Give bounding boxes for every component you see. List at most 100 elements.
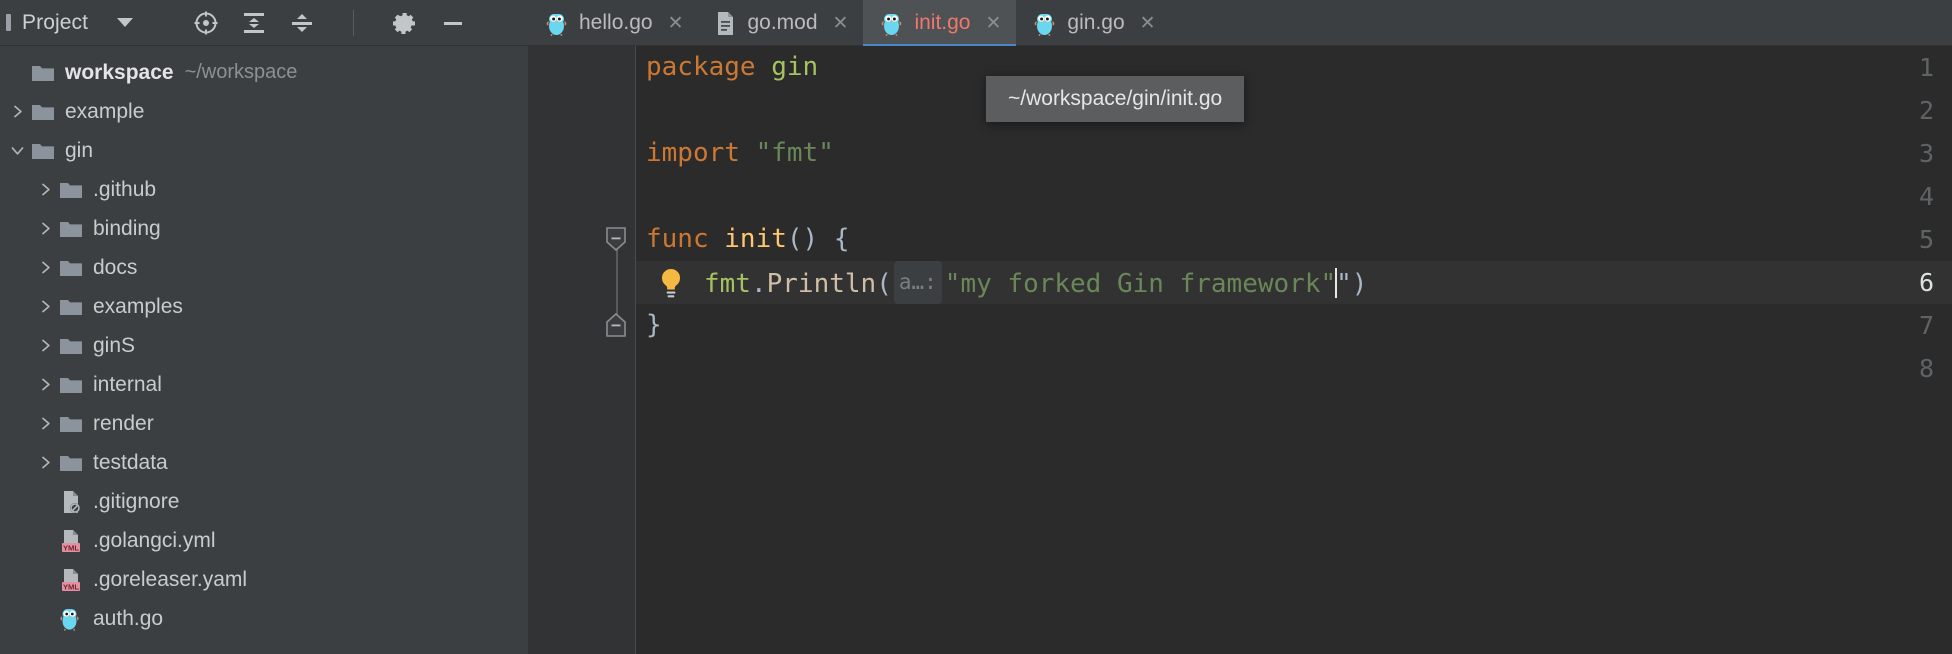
tree-row-internal[interactable]: internal	[0, 365, 528, 404]
open-brace: {	[833, 224, 850, 254]
chevron-right-icon[interactable]	[32, 181, 58, 198]
tree-label: internal	[93, 372, 162, 396]
collapse-all-icon[interactable]	[289, 10, 315, 36]
svg-text:YML: YML	[63, 543, 79, 552]
svg-text:YML: YML	[63, 582, 79, 591]
code-line-7[interactable]: }	[636, 304, 1952, 347]
tab-label: init.go	[914, 11, 971, 34]
close-icon[interactable]: ✕	[668, 14, 684, 33]
keyword-package: package	[646, 52, 756, 82]
chevron-right-icon[interactable]	[32, 415, 58, 432]
tab-label: hello.go	[579, 11, 653, 34]
project-toolbar: Project	[0, 0, 528, 46]
gear-icon[interactable]	[392, 10, 418, 36]
chevron-right-icon[interactable]	[32, 337, 58, 354]
tree-label: testdata	[93, 450, 168, 474]
import-path-string: "fmt"	[755, 138, 834, 168]
tree-row-render[interactable]: render	[0, 404, 528, 443]
tree-row-golangci-yml[interactable]: YML .golangci.yml	[0, 521, 528, 560]
tree-row-auth-go[interactable]: auth.go	[0, 599, 528, 638]
chevron-right-icon[interactable]	[32, 376, 58, 393]
chevron-right-icon[interactable]	[4, 103, 30, 120]
tree-label: example	[65, 99, 145, 123]
editor-gutter[interactable]	[528, 46, 636, 654]
tree-row-github[interactable]: .github	[0, 170, 528, 209]
close-icon[interactable]: ✕	[1140, 14, 1156, 33]
code-editor[interactable]: 1 2 3 4 5 6 7 8 package gin import "fmt"…	[528, 46, 1952, 654]
code-line-1-content: package gin	[636, 46, 818, 89]
tab-init-go[interactable]: init.go ✕	[863, 0, 1017, 47]
code-line-3-content: import "fmt"	[636, 132, 834, 175]
go-gopher-icon	[545, 11, 568, 36]
project-tree[interactable]: workspace ~/workspace example gin .githu…	[0, 46, 528, 654]
yml-file-icon: YML	[58, 567, 84, 593]
tree-row-testdata[interactable]: testdata	[0, 443, 528, 482]
code-line-1[interactable]: package gin	[636, 46, 1952, 89]
fold-collapse-end-icon[interactable]	[604, 312, 628, 338]
chevron-right-icon[interactable]	[32, 259, 58, 276]
tree-row-gins[interactable]: ginS	[0, 326, 528, 365]
expand-all-icon[interactable]	[241, 10, 267, 36]
keyword-func: func	[646, 224, 709, 254]
crosshair-target-icon[interactable]	[193, 10, 219, 36]
tree-label: .goreleaser.yaml	[93, 567, 248, 591]
folder-icon	[58, 333, 84, 359]
tree-row-binding[interactable]: binding	[0, 209, 528, 248]
tab-label: gin.go	[1067, 11, 1125, 34]
chevron-right-icon[interactable]	[32, 298, 58, 315]
chevron-right-icon[interactable]	[32, 454, 58, 471]
tree-row-docs[interactable]: docs	[0, 248, 528, 287]
code-line-8[interactable]	[636, 347, 1952, 390]
close-brace: }	[646, 310, 662, 340]
fold-collapse-start-icon[interactable]	[604, 226, 628, 252]
code-line-6[interactable]: fmt.Println(a…: "my forked Gin framework"…	[636, 261, 1952, 304]
chevron-down-icon[interactable]	[4, 142, 30, 159]
package-name: gin	[771, 52, 819, 82]
folder-icon	[58, 216, 84, 242]
code-line-4[interactable]	[636, 175, 1952, 218]
keyword-import: import	[646, 138, 740, 168]
tree-label: examples	[93, 294, 183, 318]
toolbar-divider	[353, 9, 355, 36]
tree-label: workspace	[65, 60, 174, 84]
folder-icon	[30, 60, 56, 86]
close-icon[interactable]: ✕	[986, 14, 1002, 33]
tree-label: render	[93, 411, 154, 435]
tab-hello-go[interactable]: hello.go ✕	[528, 0, 698, 46]
chevron-down-icon[interactable]	[117, 18, 134, 27]
code-text-area[interactable]: package gin import "fmt" func init() { f…	[636, 46, 1952, 654]
minimize-icon[interactable]	[440, 10, 466, 36]
project-toolbar-buttons	[193, 9, 466, 36]
tree-row-workspace[interactable]: workspace ~/workspace	[0, 53, 528, 92]
go-gopher-icon	[58, 606, 84, 632]
tab-go-mod[interactable]: go.mod ✕	[698, 0, 863, 46]
code-line-2[interactable]	[636, 89, 1952, 132]
tree-row-goreleaser-yaml[interactable]: YML .goreleaser.yaml	[0, 560, 528, 599]
tree-row-examples[interactable]: examples	[0, 287, 528, 326]
close-icon[interactable]: ✕	[833, 14, 849, 33]
tree-row-example[interactable]: example	[0, 92, 528, 131]
file-path-tooltip: ~/workspace/gin/init.go	[986, 76, 1245, 122]
top-row: Project hello.go ✕ go.mod ✕ init.go ✕ gi…	[0, 0, 1952, 47]
body-row: workspace ~/workspace example gin .githu…	[0, 46, 1952, 654]
tree-label: gin	[65, 138, 94, 162]
tree-row-gitignore[interactable]: .gitignore	[0, 482, 528, 521]
chevron-right-icon[interactable]	[32, 220, 58, 237]
gitignore-file-icon	[58, 489, 84, 515]
project-panel-selector[interactable]: Project	[6, 11, 134, 35]
parameter-hint-chip[interactable]: a…:	[893, 261, 942, 304]
code-line-3[interactable]: import "fmt"	[636, 132, 1952, 175]
folder-icon	[30, 138, 56, 164]
go-gopher-icon	[880, 11, 903, 36]
tree-label: .golangci.yml	[93, 528, 216, 552]
code-line-6-content: fmt.Println(a…: "my forked Gin framework"…	[636, 261, 1367, 306]
tree-label: binding	[93, 216, 161, 240]
tab-gin-go[interactable]: gin.go ✕	[1016, 0, 1170, 46]
folder-icon	[58, 294, 84, 320]
dot-operator: .	[750, 269, 767, 299]
function-name: init	[724, 224, 787, 254]
tree-row-gin[interactable]: gin	[0, 131, 528, 170]
code-line-5[interactable]: func init() {	[636, 218, 1952, 261]
folder-icon	[58, 177, 84, 203]
